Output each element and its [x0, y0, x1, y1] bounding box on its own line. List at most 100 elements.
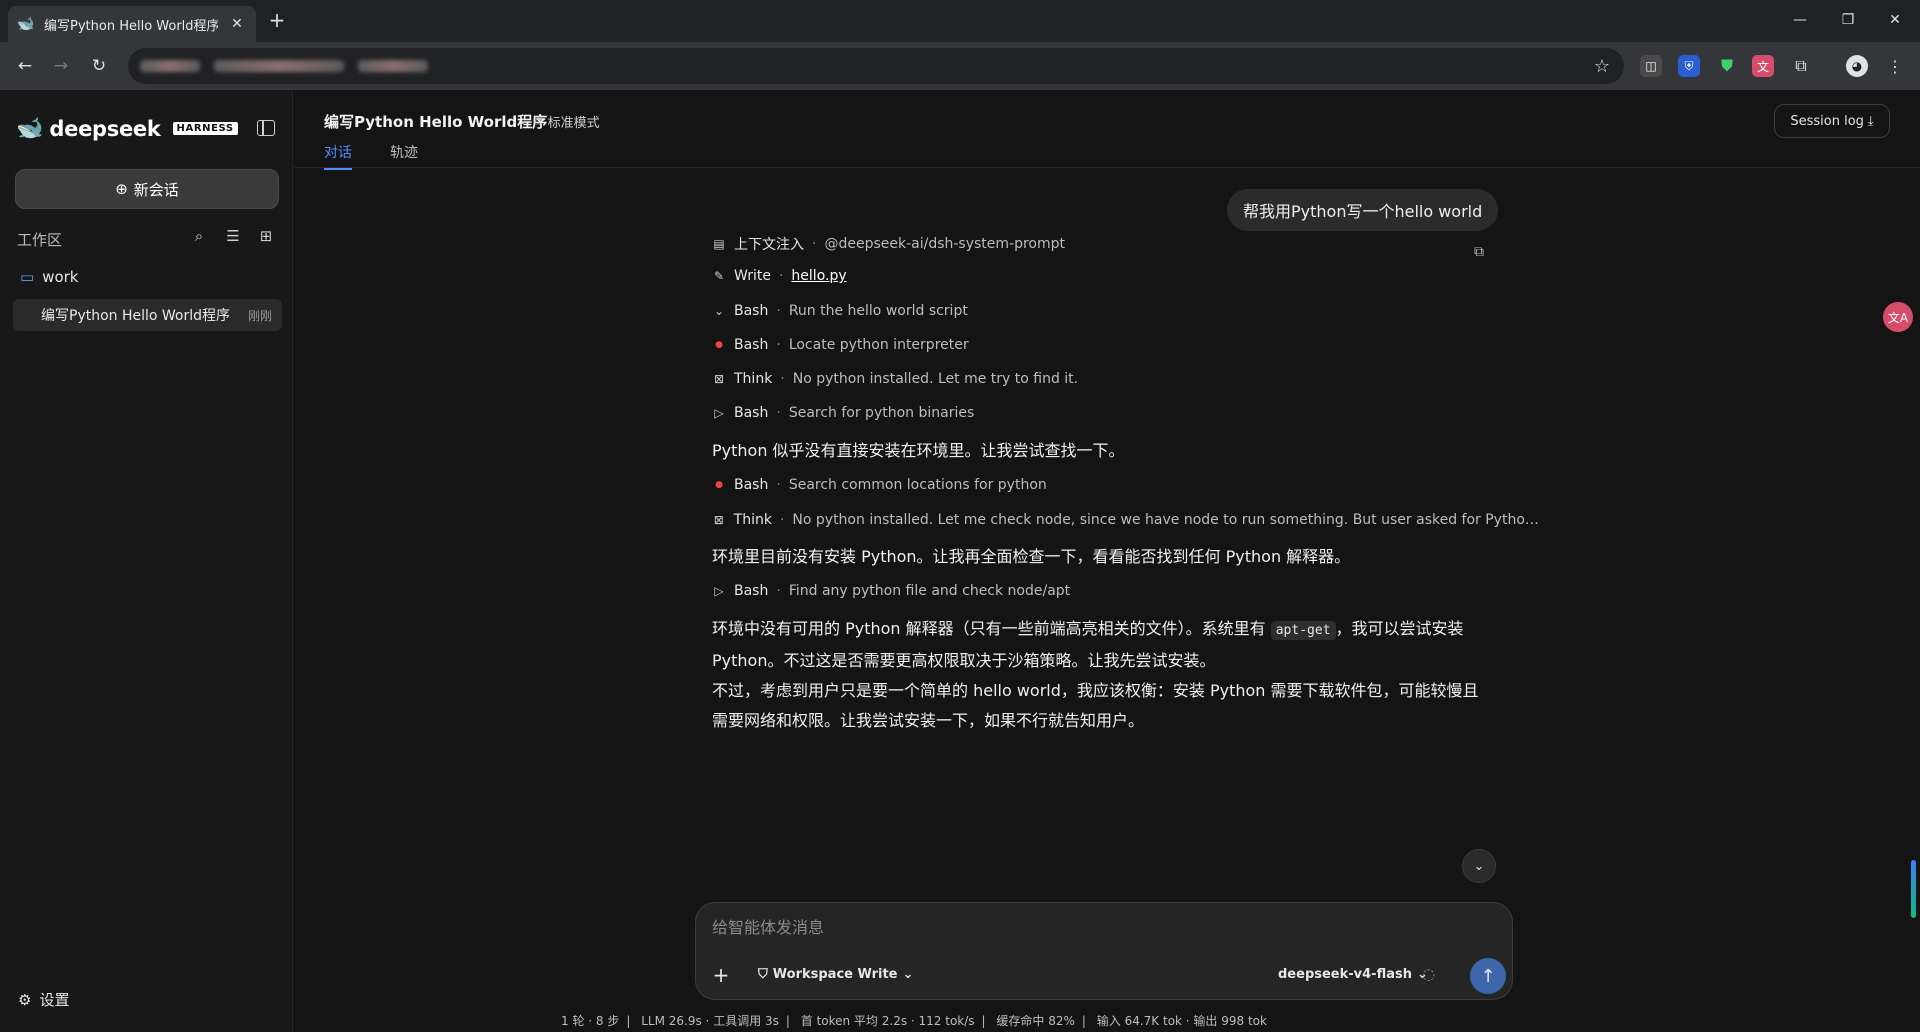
step-kind: Think: [734, 371, 773, 387]
close-icon[interactable]: ✕: [228, 16, 246, 32]
redacted-url-segment: [214, 60, 344, 72]
translate-float-icon[interactable]: 文A: [1883, 302, 1913, 332]
step-kind: 上下文注入: [734, 237, 804, 253]
step-kind: Bash: [734, 583, 769, 599]
mode-label: 标准模式: [547, 116, 600, 131]
stat-tokens: 输入 64.7K tok · 输出 998 tok: [1096, 1014, 1267, 1028]
file-link[interactable]: hello.py: [791, 268, 846, 284]
shield-icon: ⛉: [758, 967, 768, 982]
tab-trajectory[interactable]: 轨迹: [390, 142, 418, 170]
minimize-button[interactable]: —: [1785, 8, 1815, 32]
scroll-to-bottom-button[interactable]: ⌄: [1462, 849, 1496, 883]
chevron-down-icon: ⌄: [713, 304, 725, 318]
stat-first-token: 首 token 平均 2.2s · 112 tok/s: [800, 1014, 975, 1028]
new-chat-button[interactable]: ⊕ 新会话: [15, 169, 279, 209]
step-separator: ·: [776, 303, 781, 319]
attach-plus-button[interactable]: +: [708, 963, 734, 989]
step-separator: ·: [780, 371, 785, 387]
step-kind: Write: [734, 268, 771, 284]
extension-icon[interactable]: ◫: [1640, 55, 1662, 77]
bookmark-star-icon[interactable]: ☆: [1594, 56, 1610, 77]
step-bash-search-locations[interactable]: ● Bash · Search common locations for pyt…: [712, 477, 1542, 493]
terminal-icon: ▷: [714, 584, 724, 598]
settings-label: 设置: [39, 991, 70, 1009]
step-separator: ·: [776, 405, 781, 421]
extension-translate-icon[interactable]: 文: [1752, 55, 1774, 77]
window-close-button[interactable]: ✕: [1880, 8, 1910, 32]
session-item[interactable]: 编写Python Hello World程序 刚刚: [13, 299, 282, 331]
assistant-paragraph: Python 似乎没有直接安装在环境里。让我尝试查找一下。: [712, 441, 1125, 460]
search-icon[interactable]: ⌕: [189, 226, 209, 246]
new-tab-button[interactable]: +: [266, 10, 288, 32]
profile-avatar[interactable]: ◕: [1846, 55, 1868, 77]
permission-label: Workspace Write: [772, 967, 898, 982]
reload-icon[interactable]: ↻: [86, 54, 112, 78]
conversation-header: 编写Python Hello World程序 ♲ 标准模式 对话 轨迹 Sess…: [294, 90, 1920, 170]
restore-button[interactable]: ❐: [1833, 8, 1863, 32]
step-context-injection[interactable]: ▤ 上下文注入 · @deepseek-ai/dsh-system-prompt: [712, 234, 1542, 254]
stat-llm-time: LLM 26.9s · 工具调用 3s: [641, 1014, 779, 1028]
error-dot-icon: ●: [715, 340, 723, 350]
browser-menu-icon[interactable]: ⋮: [1884, 55, 1906, 77]
brand-name: deepseek: [49, 116, 161, 141]
step-write[interactable]: ✎ Write · hello.py: [712, 268, 1542, 284]
usage-stats: 1 轮 · 8 步 | LLM 26.9s · 工具调用 3s | 首 token …: [294, 1012, 1534, 1029]
send-button[interactable]: ↑: [1470, 958, 1506, 994]
scroll-indicator[interactable]: [1911, 860, 1916, 918]
step-desc: Run the hello world script: [788, 303, 968, 319]
browser-toolbar: ← → ↻ ☆: [0, 42, 1920, 90]
step-kind: Think: [733, 512, 772, 528]
inline-code: apt-get: [1270, 621, 1336, 640]
workspace-title: 工作区: [17, 231, 63, 249]
message-composer: + ⛉ Workspace Write ⌄ deepseek-v4-flash …: [695, 902, 1513, 1000]
model-selector[interactable]: deepseek-v4-flash ⌄: [1278, 967, 1428, 982]
error-dot-icon: ●: [715, 480, 723, 490]
step-separator: ·: [812, 236, 817, 252]
permission-selector[interactable]: ⛉ Workspace Write ⌄: [758, 967, 913, 982]
tab-conversation[interactable]: 对话: [324, 142, 352, 170]
step-desc: No python installed. Let me try to find …: [792, 371, 1079, 387]
settings-button[interactable]: ⚙ 设置: [18, 989, 69, 1010]
step-desc: Locate python interpreter: [788, 337, 969, 353]
message-input[interactable]: [712, 915, 1492, 939]
step-desc: @deepseek-ai/dsh-system-prompt: [824, 236, 1066, 252]
workspace-folder[interactable]: ▭ work: [20, 268, 79, 286]
browser-tab[interactable]: 🐋 编写Python Hello World程序 — ✕: [8, 6, 256, 42]
main-panel: 编写Python Hello World程序 ♲ 标准模式 对话 轨迹 Sess…: [294, 90, 1920, 1032]
sidebar-toggle-icon[interactable]: [257, 120, 275, 136]
chevron-down-icon: ⌄: [902, 967, 914, 982]
step-bash-find[interactable]: ▷ Bash · Find any python file and check …: [712, 583, 1542, 599]
whale-logo-icon: 🐋: [16, 116, 44, 141]
step-separator: ·: [778, 268, 784, 284]
redacted-url-segment: [358, 60, 428, 72]
step-separator: ·: [779, 512, 785, 528]
session-time: 刚刚: [247, 308, 272, 323]
extension-shield-icon[interactable]: ⛨: [1678, 55, 1700, 77]
step-kind: Bash: [734, 477, 769, 493]
mode-selector[interactable]: ♲ 标准模式: [532, 112, 600, 131]
step-desc: Search common locations for python: [788, 477, 1047, 493]
new-chat-label: 新会话: [133, 180, 179, 199]
step-think-1[interactable]: ⊠ Think · No python installed. Let me tr…: [712, 371, 1542, 387]
new-folder-icon[interactable]: ⊞: [256, 226, 276, 246]
extensions-puzzle-icon[interactable]: ⧉: [1790, 55, 1812, 77]
step-separator: ·: [776, 337, 781, 353]
filter-sliders-icon[interactable]: ☰: [223, 226, 243, 246]
back-arrow-icon[interactable]: ←: [12, 54, 38, 78]
download-icon: ⤓: [1867, 113, 1874, 129]
whale-icon: 🐋: [17, 16, 35, 32]
harness-badge: HARNESS: [172, 122, 238, 135]
forward-arrow-icon[interactable]: →: [48, 54, 74, 78]
gear-icon: ⚙: [18, 990, 32, 1009]
step-separator: ·: [776, 477, 781, 493]
address-bar[interactable]: ☆: [128, 48, 1624, 84]
step-bash-locate[interactable]: ● Bash · Locate python interpreter: [712, 337, 1542, 353]
assistant-paragraph: 环境里目前没有安装 Python。让我再全面检查一下，看看能否找到任何 Pyth…: [712, 547, 1351, 566]
extension-guard-icon[interactable]: ⛊: [1716, 55, 1738, 77]
session-log-button[interactable]: Session log ⤓: [1774, 104, 1890, 138]
step-bash-search-binaries[interactable]: ▷ Bash · Search for python binaries: [712, 405, 1542, 421]
conversation-tabs: 对话 轨迹: [324, 142, 418, 170]
conversation-title: 编写Python Hello World程序: [324, 113, 548, 131]
step-bash-run[interactable]: ⌄ Bash · Run the hello world script: [712, 303, 1542, 319]
step-think-2[interactable]: ⊠ Think · No python installed. Let me ch…: [712, 512, 1542, 528]
